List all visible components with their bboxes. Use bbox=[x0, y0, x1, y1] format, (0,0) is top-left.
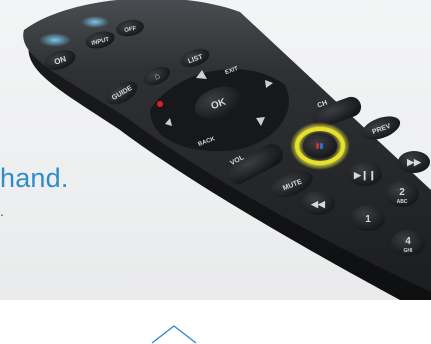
play-pause-button[interactable]: ▶❙❙ bbox=[348, 162, 382, 186]
subline-text: . bbox=[0, 203, 4, 219]
play-pause-icon: ▶❙❙ bbox=[353, 170, 376, 181]
number-1-button[interactable]: 1 bbox=[351, 205, 385, 231]
headline-text: hand. bbox=[0, 163, 69, 193]
remote-control-image: ON INPUT OFF GUIDE ⌂ LIST OK EXIT BACK V… bbox=[23, 0, 431, 300]
rewind-button[interactable]: ◀◀ bbox=[301, 191, 335, 215]
microphone-icon bbox=[316, 143, 319, 149]
num1-label: 1 bbox=[365, 214, 371, 225]
chevron-up-icon[interactable] bbox=[150, 324, 198, 344]
num4-label: 4 bbox=[405, 236, 411, 247]
microphone-icon-part bbox=[320, 143, 323, 149]
input-light-glow bbox=[81, 16, 109, 28]
hero-banner: ON INPUT OFF GUIDE ⌂ LIST OK EXIT BACK V… bbox=[0, 0, 431, 300]
record-indicator-icon bbox=[157, 101, 163, 107]
number-4-button[interactable]: 4 GHI bbox=[391, 230, 425, 256]
rewind-icon: ◀◀ bbox=[310, 199, 326, 209]
num2-sub-label: ABC bbox=[397, 199, 408, 205]
num4-sub-label: GHI bbox=[404, 248, 414, 254]
fast-forward-button[interactable]: ▶▶ bbox=[398, 151, 430, 173]
fast-forward-icon: ▶▶ bbox=[406, 157, 422, 167]
num2-label: 2 bbox=[399, 187, 405, 198]
power-light-glow bbox=[39, 33, 71, 47]
number-2-button[interactable]: 2 ABC bbox=[385, 181, 419, 207]
